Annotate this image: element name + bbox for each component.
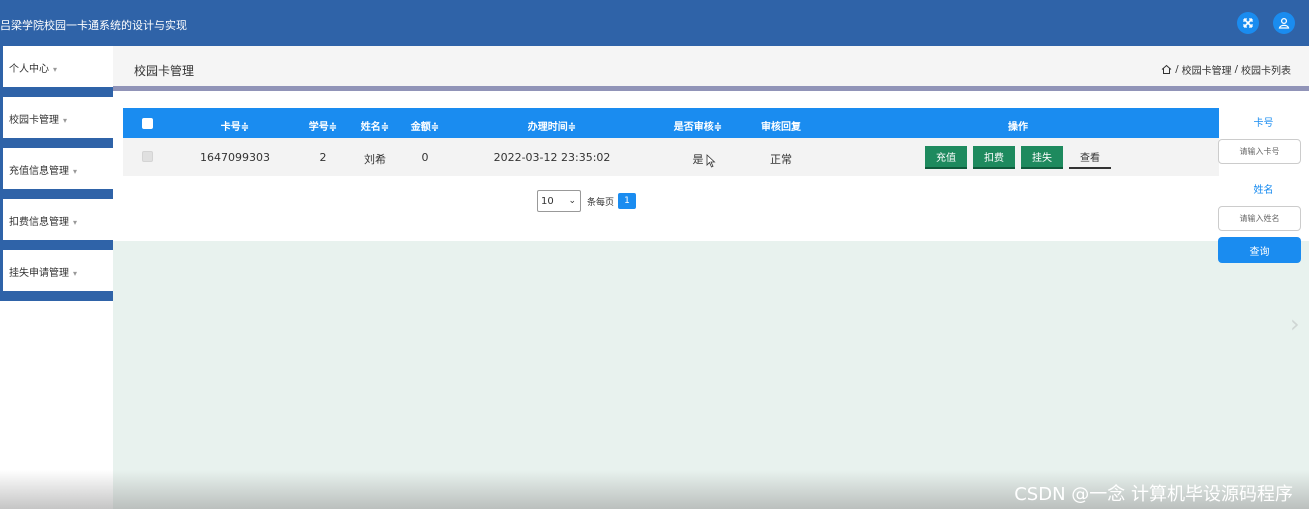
cell-card-no: 1647099303 <box>200 151 270 164</box>
breadcrumb-separator: / <box>1234 64 1238 75</box>
column-header-reply: 审核回复 <box>761 122 801 133</box>
sidebar-item-label: 挂失申请管理 <box>9 268 69 279</box>
breadcrumb-item: 校园卡列表 <box>1241 66 1291 77</box>
sidebar-item-deduction[interactable]: 扣费信息管理 ▾ <box>0 199 113 240</box>
fullscreen-icon[interactable] <box>1237 12 1259 34</box>
breadcrumb-item[interactable]: 校园卡管理 <box>1182 62 1232 77</box>
per-page-label: 条每页 <box>587 197 615 208</box>
deduct-button[interactable]: 扣费 <box>973 146 1015 169</box>
page-size-select[interactable]: 10 ⌄ <box>537 190 581 212</box>
column-header-name[interactable]: 姓名≑ <box>361 118 389 133</box>
cell-amount: 0 <box>421 151 429 164</box>
sidebar-item-profile[interactable]: 个人中心 ▾ <box>0 46 113 87</box>
sidebar-item-recharge[interactable]: 充值信息管理 ▾ <box>0 148 113 189</box>
cell-reply: 正常 <box>770 153 792 166</box>
column-header-card-no[interactable]: 卡号≑ <box>221 118 249 133</box>
select-all-checkbox[interactable] <box>142 118 153 129</box>
caret-down-icon: ▾ <box>63 116 68 125</box>
sidebar-item-label: 校园卡管理 <box>9 115 59 126</box>
top-bar: 吕梁学院校园一卡通系统的设计与实现 <box>0 0 1309 46</box>
cell-name: 刘希 <box>364 153 386 166</box>
watermark: CSDN @一念 计算机毕设源码程序 <box>1014 484 1293 505</box>
page-header: 校园卡管理 / 校园卡管理 / 校园卡列表 <box>113 46 1309 86</box>
caret-down-icon: ▾ <box>73 269 78 278</box>
sidebar-item-label: 个人中心 <box>9 64 49 75</box>
sidebar-item-loss-report[interactable]: 挂失申请管理 ▾ <box>0 250 113 291</box>
column-header-reviewed[interactable]: 是否审核≑ <box>674 118 722 133</box>
row-checkbox[interactable] <box>142 151 153 162</box>
sidebar-item-label: 充值信息管理 <box>9 166 69 177</box>
column-header-actions: 操作 <box>1008 122 1028 133</box>
sidebar-divider <box>0 291 113 301</box>
sidebar-divider <box>0 189 113 199</box>
caret-down-icon: ▾ <box>73 167 78 176</box>
chevron-right-icon[interactable]: › <box>1290 310 1300 338</box>
sidebar-divider <box>0 240 113 250</box>
search-button[interactable]: 查询 <box>1218 237 1301 263</box>
name-search-input[interactable]: 请输入姓名 <box>1218 206 1301 231</box>
caret-down-icon: ▾ <box>53 65 58 74</box>
breadcrumb-separator: / <box>1175 64 1179 75</box>
table-header: 卡号≑ 学号≑ 姓名≑ 金额≑ 办理时间≑ 是否审核≑ 审核回复 操作 <box>123 108 1219 138</box>
user-icon[interactable] <box>1273 12 1295 34</box>
column-header-amount[interactable]: 金额≑ <box>411 118 439 133</box>
main-content: 校园卡管理 / 校园卡管理 / 校园卡列表 卡号≑ 学号≑ 姓名≑ 金额≑ 办理… <box>113 46 1309 509</box>
report-loss-button[interactable]: 挂失 <box>1021 146 1063 169</box>
cell-reviewed: 是 <box>692 153 704 166</box>
sidebar-divider <box>0 138 113 148</box>
column-header-time[interactable]: 办理时间≑ <box>528 118 576 133</box>
view-button[interactable]: 查看 <box>1069 146 1111 169</box>
table-row: 1647099303 2 刘希 0 2022-03-12 23:35:02 是 … <box>123 138 1219 176</box>
caret-down-icon: ▾ <box>73 218 78 227</box>
page-number-current[interactable]: 1 <box>618 193 637 209</box>
column-header-student-no[interactable]: 学号≑ <box>309 118 337 133</box>
chevron-down-icon: ⌄ <box>568 196 576 206</box>
sidebar: 个人中心 ▾ 校园卡管理 ▾ 充值信息管理 ▾ 扣费信息管理 ▾ 挂失申请管理 ▾ <box>0 46 113 509</box>
sidebar-item-label: 扣费信息管理 <box>9 217 69 228</box>
app-title: 吕梁学院校园一卡通系统的设计与实现 <box>0 19 187 32</box>
name-search-label: 姓名 <box>1253 185 1274 196</box>
mouse-cursor-icon <box>706 154 716 171</box>
home-icon[interactable] <box>1161 64 1172 75</box>
card-search-label: 卡号 <box>1253 118 1274 129</box>
sidebar-divider <box>0 87 113 97</box>
recharge-button[interactable]: 充值 <box>925 146 967 169</box>
page-title: 校园卡管理 <box>134 64 195 78</box>
pagination: 10 ⌄ 条每页 1 <box>537 190 637 212</box>
cell-time: 2022-03-12 23:35:02 <box>493 151 611 164</box>
breadcrumb: / 校园卡管理 / 校园卡列表 <box>1161 62 1291 77</box>
cell-student-no: 2 <box>319 151 327 164</box>
card-search-input[interactable]: 请输入卡号 <box>1218 139 1301 164</box>
sidebar-item-card-management[interactable]: 校园卡管理 ▾ <box>0 97 113 138</box>
